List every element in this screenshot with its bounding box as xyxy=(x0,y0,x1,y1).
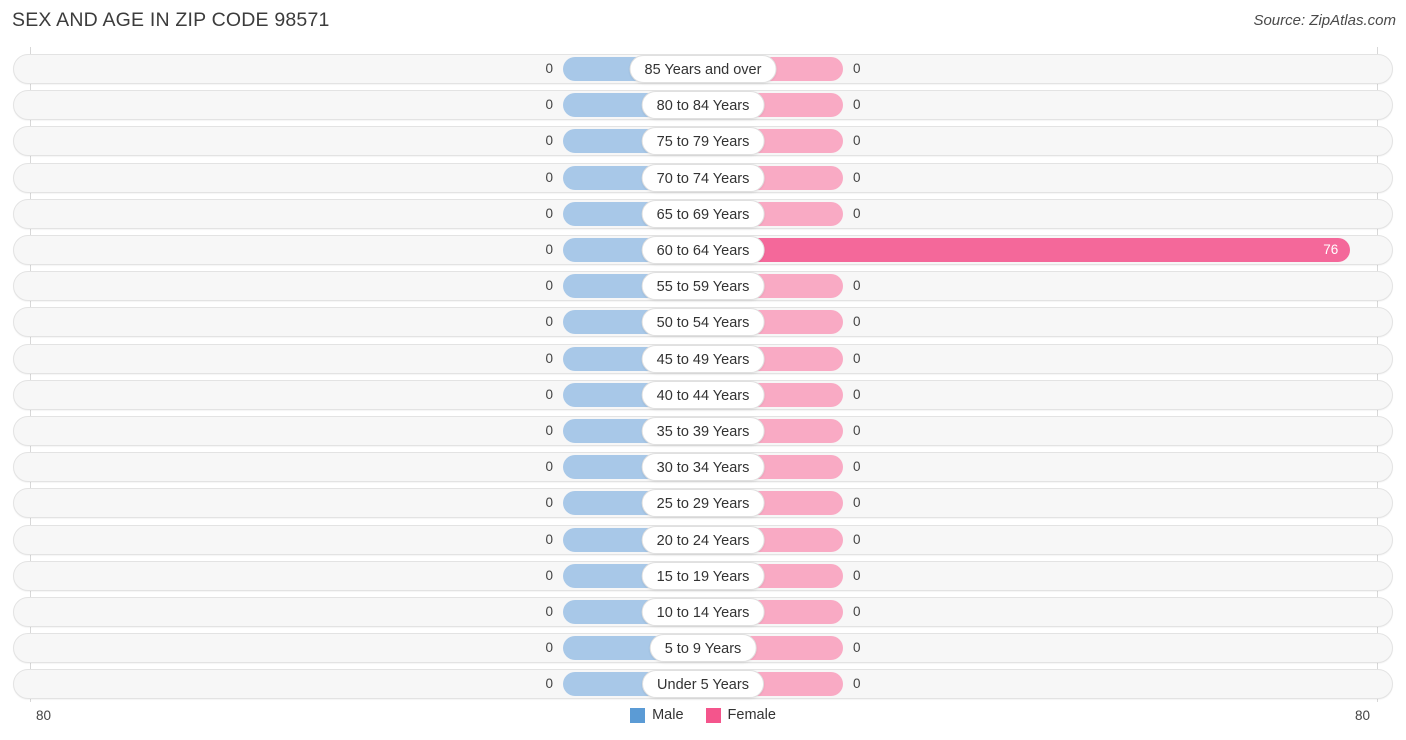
table-row[interactable] xyxy=(13,597,1393,627)
table-row[interactable] xyxy=(13,343,1393,374)
table-row[interactable] xyxy=(13,488,1393,519)
table-row[interactable] xyxy=(13,235,1393,265)
chart-header: SEX AND AGE IN ZIP CODE 98571 Source: Zi… xyxy=(0,0,1406,46)
table-row[interactable] xyxy=(13,524,1393,555)
legend-item-male[interactable]: Male xyxy=(630,707,684,723)
page-title: SEX AND AGE IN ZIP CODE 98571 xyxy=(12,9,330,31)
table-row[interactable] xyxy=(13,560,1393,591)
table-row[interactable] xyxy=(13,162,1393,193)
table-row[interactable] xyxy=(13,198,1393,229)
table-row[interactable] xyxy=(13,90,1393,121)
female-color-swatch-icon xyxy=(705,707,721,723)
legend-label-female: Female xyxy=(727,707,776,723)
source-attribution: Source: ZipAtlas.com xyxy=(1253,12,1396,29)
chart-plot-area: 0 0 85 Years and over 0 0 80 to 84 Years 0 0 75 … xyxy=(0,47,1406,702)
table-row[interactable] xyxy=(13,669,1393,700)
table-row[interactable] xyxy=(13,379,1393,410)
legend-item-female[interactable]: Female xyxy=(705,707,776,723)
table-row[interactable] xyxy=(13,271,1393,302)
table-row[interactable] xyxy=(13,633,1393,664)
table-row[interactable] xyxy=(13,416,1393,446)
chart-legend: Male Female xyxy=(0,707,1406,723)
table-row[interactable] xyxy=(13,54,1393,84)
table-row[interactable] xyxy=(13,452,1393,483)
table-row[interactable] xyxy=(13,307,1393,338)
chart-footer: 80 80 Male Female xyxy=(0,702,1406,740)
table-row[interactable] xyxy=(13,126,1393,157)
male-color-swatch-icon xyxy=(630,707,646,723)
legend-label-male: Male xyxy=(652,707,684,723)
